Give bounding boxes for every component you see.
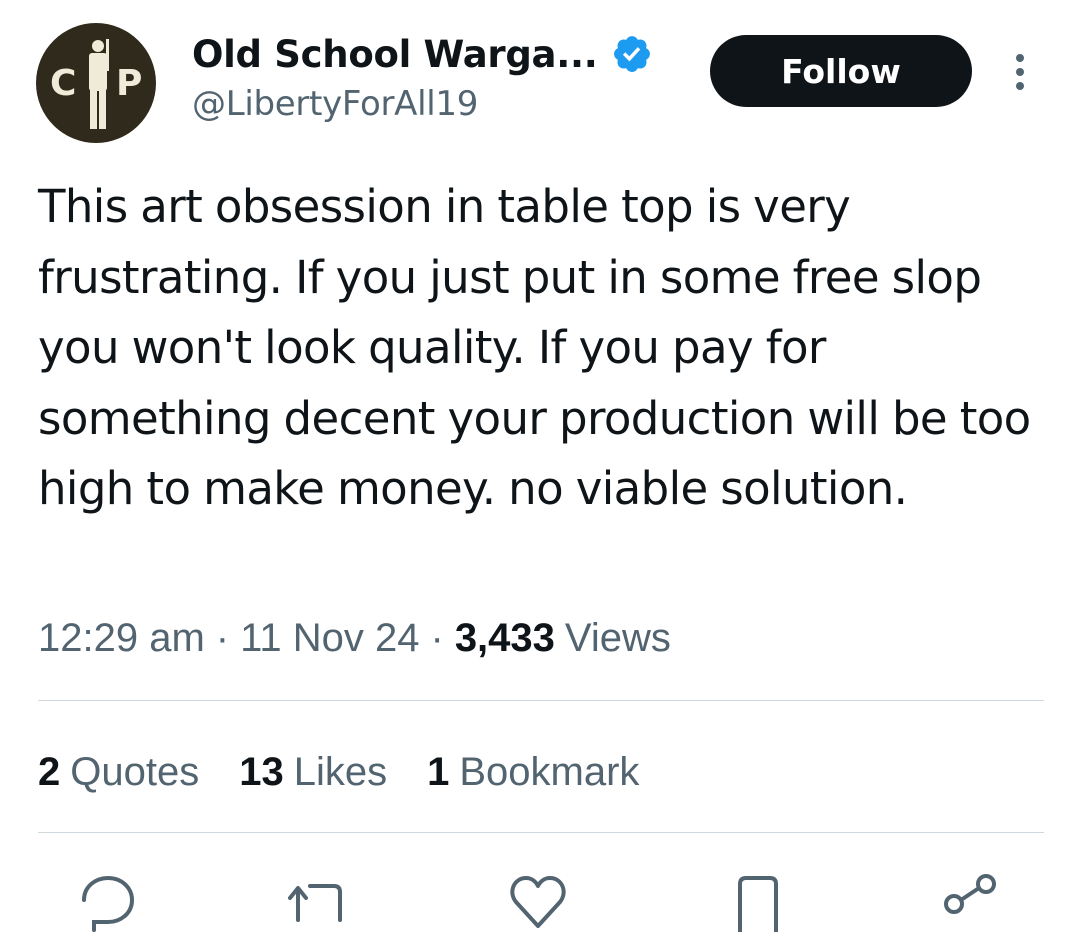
divider: [38, 832, 1044, 833]
name-row: Old School Warga...: [192, 28, 653, 80]
verified-badge-icon[interactable]: [611, 33, 653, 75]
quotes-stat[interactable]: 2 Quotes: [38, 750, 199, 795]
more-vertical-icon[interactable]: [1004, 50, 1036, 94]
engagement-stats: 2 Quotes 13 Likes 1 Bookmark: [38, 744, 679, 800]
likes-stat[interactable]: 13 Likes: [239, 750, 387, 795]
avatar-letter-c: C: [50, 63, 77, 104]
tweet-time[interactable]: 12:29 am: [38, 616, 205, 661]
divider: [38, 700, 1044, 701]
tweet-header: C P Old School Warga... @LibertyForAll19…: [0, 0, 1080, 170]
quotes-count: 2: [38, 749, 61, 794]
bookmarks-label: Bookmark: [459, 749, 640, 794]
bookmarks-count: 1: [427, 749, 450, 794]
views-count: 3,433: [454, 615, 555, 660]
views-label: Views: [564, 615, 671, 660]
tweet-date[interactable]: 11 Nov 24: [240, 616, 419, 661]
likes-label: Likes: [293, 749, 388, 794]
repost-icon[interactable]: [286, 870, 350, 934]
likes-count: 13: [239, 749, 284, 794]
user-handle[interactable]: @LibertyForAll19: [192, 84, 478, 124]
display-name[interactable]: Old School Warga...: [192, 33, 598, 76]
reply-icon[interactable]: [76, 870, 140, 934]
bookmark-icon[interactable]: [726, 870, 790, 934]
meta-separator: ·: [430, 615, 444, 660]
avatar[interactable]: C P: [36, 23, 156, 143]
follow-button[interactable]: Follow: [710, 35, 972, 107]
quotes-label: Quotes: [70, 749, 200, 794]
like-icon[interactable]: [506, 870, 570, 934]
avatar-letter-p: P: [116, 63, 143, 104]
bookmarks-stat[interactable]: 1 Bookmark: [427, 750, 639, 795]
share-icon[interactable]: [940, 870, 1004, 934]
meta-separator: ·: [215, 615, 230, 660]
soldier-figure-icon: [89, 39, 109, 129]
tweet-meta: 12:29 am · 11 Nov 24 · 3,433 Views: [38, 610, 671, 666]
tweet-text: This art obsession in table top is very …: [38, 180, 1031, 515]
